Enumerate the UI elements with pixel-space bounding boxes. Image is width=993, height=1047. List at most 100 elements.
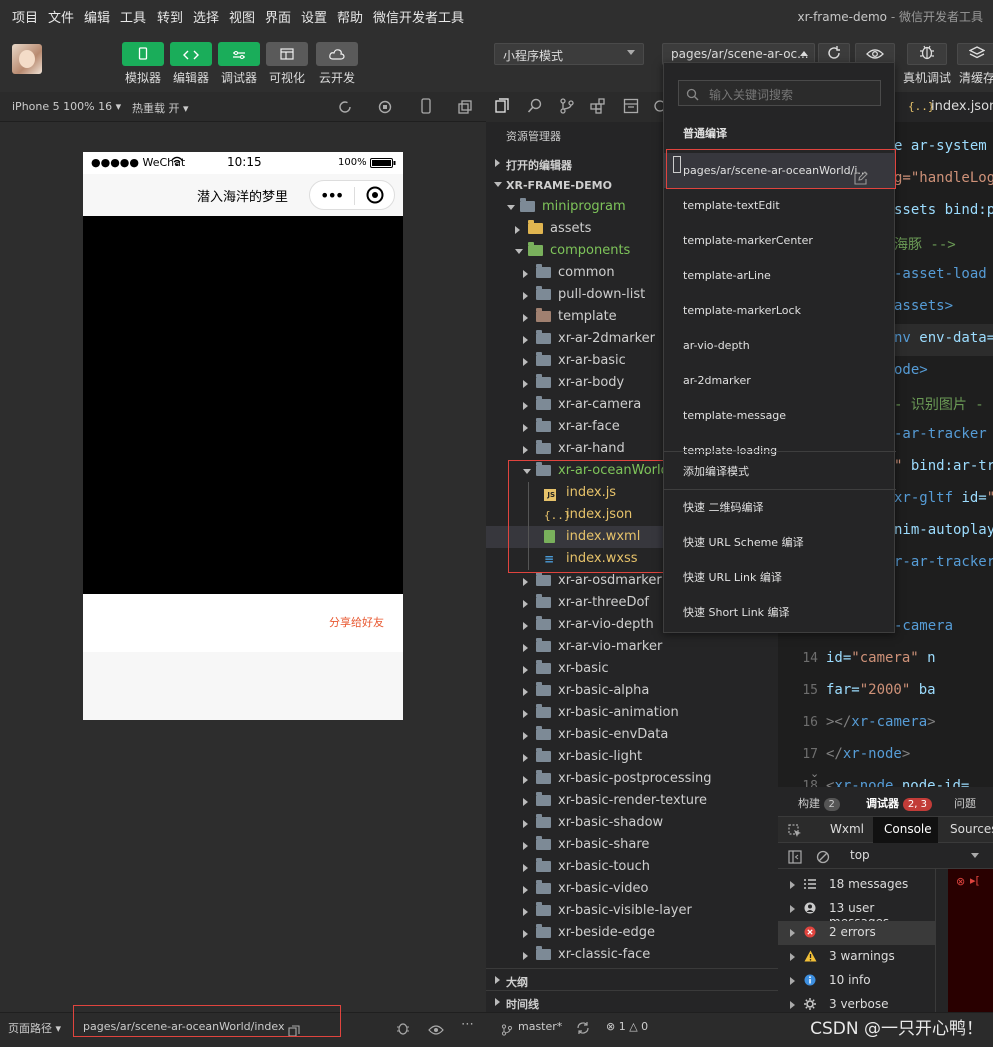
menu-item[interactable]: 设置 [301, 7, 327, 26]
mode-select[interactable]: 小程序模式 [494, 43, 644, 65]
compile-item[interactable]: template-markerCenter [664, 223, 896, 258]
compile-item[interactable]: template-markerLock [664, 293, 896, 328]
inspect-icon[interactable] [788, 823, 802, 842]
debug-tabs: 构建 2 调试器 2, 3 问题 [778, 787, 993, 817]
folder-item[interactable]: xr-basic-light [486, 746, 778, 768]
chevron-right-icon [523, 270, 528, 278]
menu-item[interactable]: 项目 [12, 7, 38, 26]
folder-item[interactable]: xr-basic-alpha [486, 680, 778, 702]
ar-scene-canvas[interactable] [83, 216, 403, 594]
compile-search-input[interactable]: 输入关键词搜索 [678, 80, 881, 106]
menu-item[interactable]: 选择 [193, 7, 219, 26]
context-dropdown-icon[interactable] [971, 853, 979, 858]
folder-item[interactable]: xr-basic-render-texture [486, 790, 778, 812]
folder-item[interactable]: xr-classic-face [486, 944, 778, 966]
close-miniprogram-icon[interactable] [366, 186, 384, 208]
folder-item[interactable]: xr-basic-visible-layer [486, 900, 778, 922]
avatar[interactable] [12, 44, 42, 74]
compile-item[interactable]: template-arLine [664, 258, 896, 293]
console-filter-item[interactable]: 18 messages [778, 873, 936, 897]
share-button[interactable]: 分享给好友 [329, 614, 384, 630]
console-filter-item[interactable]: 10 info [778, 969, 936, 993]
popout-icon[interactable] [458, 99, 472, 118]
preview-eye-icon[interactable] [428, 1021, 444, 1040]
quick-compile-item[interactable]: 快速 URL Scheme 编译 [664, 525, 896, 560]
folder-item[interactable]: xr-basic [486, 658, 778, 680]
remote-debug-button[interactable] [907, 43, 947, 65]
menu-item[interactable]: 转到 [157, 7, 183, 26]
menu-item[interactable]: 编辑 [84, 7, 110, 26]
folder-icon [536, 748, 551, 762]
code-toggle-button[interactable] [170, 42, 212, 66]
console-filter-item[interactable]: 13 user messages [778, 897, 936, 929]
console-filter-item[interactable]: 2 errors [778, 921, 936, 945]
tab-wxml[interactable]: Wxml [830, 822, 864, 836]
folder-item[interactable]: xr-ar-vio-marker [486, 636, 778, 658]
folder-item[interactable]: xr-basic-video [486, 878, 778, 900]
tree-label: xr-ar-vio-marker [558, 639, 663, 654]
chevron-right-icon [790, 953, 795, 961]
menu-item[interactable]: 帮助 [337, 7, 363, 26]
folder-item[interactable]: xr-basic-share [486, 834, 778, 856]
problems-count[interactable]: ⊗ 1 △ 0 [606, 1020, 648, 1033]
editor-tab[interactable]: index.json [931, 99, 993, 114]
tab-problems[interactable]: 问题 [954, 795, 976, 811]
folder-item[interactable]: xr-basic-postprocessing [486, 768, 778, 790]
folder-item[interactable]: xr-basic-envData [486, 724, 778, 746]
tab-sources[interactable]: Sources [950, 822, 993, 836]
menu-item[interactable]: 界面 [265, 7, 291, 26]
context-select[interactable]: top [850, 848, 870, 862]
panel-icon[interactable] [623, 98, 639, 118]
stop-icon[interactable] [378, 99, 392, 118]
layout-toggle-button[interactable] [266, 42, 308, 66]
sidebar-toggle-icon[interactable] [788, 849, 802, 868]
tab-debugger[interactable]: 调试器 2, 3 [866, 795, 932, 811]
clear-cache-button[interactable] [957, 43, 993, 65]
quick-compile-item[interactable]: 快速 URL Link 编译 [664, 560, 896, 595]
folder-item[interactable]: xr-beside-edge [486, 922, 778, 944]
folder-item[interactable]: xr-basic-shadow [486, 812, 778, 834]
outline-section[interactable]: 大纲 [486, 968, 778, 990]
console-filter-item[interactable]: 3 warnings [778, 945, 936, 969]
bug-icon[interactable] [396, 1020, 410, 1039]
source-control-icon[interactable] [559, 98, 575, 118]
compile-item[interactable]: template-message [664, 398, 896, 433]
cloud-toggle-button[interactable] [316, 42, 358, 66]
tab-build[interactable]: 构建 2 [798, 795, 840, 811]
menu-item[interactable]: 微信开发者工具 [373, 7, 464, 26]
fold-chevron-icon[interactable]: ⌄ [810, 767, 819, 780]
branch-name[interactable]: master* [518, 1020, 562, 1033]
phone-toggle-button[interactable] [122, 42, 164, 66]
extensions-icon[interactable] [590, 98, 606, 118]
menu-item[interactable]: 工具 [120, 7, 146, 26]
code-text: xr-gltf id=" [894, 490, 993, 506]
folder-item[interactable]: xr-basic-touch [486, 856, 778, 878]
clear-console-icon[interactable] [816, 849, 830, 868]
tab-console[interactable]: Console [884, 822, 932, 836]
chevron-right-icon [790, 977, 795, 985]
more-icon[interactable]: ⋯ [461, 1017, 474, 1032]
hot-reload-toggle[interactable]: 热重载 开 ▾ [132, 100, 189, 116]
more-icon[interactable]: ••• [320, 186, 344, 205]
quick-compile-item[interactable]: 快速 二维码编译 [664, 490, 896, 525]
page-path-label[interactable]: 页面路径 ▾ [8, 1020, 61, 1036]
compile-item[interactable]: ar-2dmarker [664, 363, 896, 398]
menu-item[interactable]: 文件 [48, 7, 74, 26]
compile-item[interactable]: template-textEdit [664, 188, 896, 223]
folder-item[interactable]: xr-basic-animation [486, 702, 778, 724]
debug-toggle-button[interactable] [218, 42, 260, 66]
activity-bar [486, 92, 666, 122]
quick-compile-item[interactable]: 快速 Short Link 编译 [664, 595, 896, 630]
highlight-oceanworld-box [508, 460, 687, 573]
device-icon[interactable] [420, 98, 432, 118]
timeline-section[interactable]: 时间线 [486, 990, 778, 1012]
tree-label: common [558, 265, 615, 280]
files-icon[interactable] [494, 98, 510, 118]
rotate-icon[interactable] [338, 99, 352, 118]
device-select[interactable]: iPhone 5 100% 16 ▾ [12, 100, 121, 113]
compile-item[interactable]: ar-vio-depth [664, 328, 896, 363]
add-compile-mode[interactable]: 添加编译模式 [664, 454, 896, 489]
sync-icon[interactable] [576, 1020, 590, 1039]
search-icon[interactable] [527, 98, 543, 118]
menu-item[interactable]: 视图 [229, 7, 255, 26]
